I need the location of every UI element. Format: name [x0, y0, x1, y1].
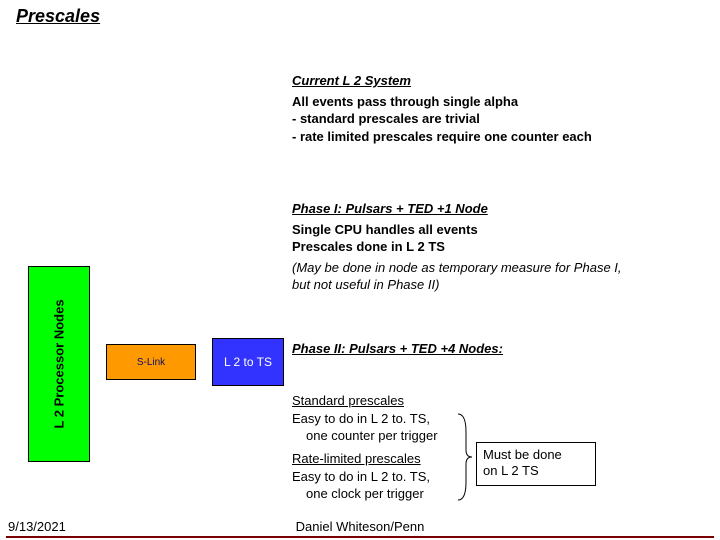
- phase2-std-heading: Standard prescales: [292, 392, 712, 410]
- section-phase1: Phase I: Pulsars + TED +1 Node Single CP…: [292, 200, 712, 294]
- current-line2: - standard prescales are trivial: [292, 110, 712, 128]
- phase1-note1: (May be done in node as temporary measur…: [292, 259, 712, 277]
- section-phase2-standard: Standard prescales Easy to do in L 2 to.…: [292, 392, 712, 445]
- current-line1: All events pass through single alpha: [292, 93, 712, 111]
- section-current: Current L 2 System All events pass throu…: [292, 72, 712, 145]
- footer-author: Daniel Whiteson/Penn: [260, 519, 460, 534]
- heading-phase1: Phase I: Pulsars + TED +1 Node: [292, 200, 712, 218]
- callout-line2: on L 2 TS: [483, 463, 589, 479]
- phase1-line2: Prescales done in L 2 TS: [292, 238, 712, 256]
- current-line3: - rate limited prescales require one cou…: [292, 128, 712, 146]
- processor-nodes-box: L 2 Processor Nodes: [28, 266, 90, 462]
- l2-to-ts-label: L 2 to TS: [224, 355, 272, 369]
- callout-box: Must be done on L 2 TS: [476, 442, 596, 486]
- heading-current: Current L 2 System: [292, 72, 712, 90]
- slink-label: S-Link: [137, 357, 165, 368]
- processor-nodes-label: L 2 Processor Nodes: [52, 299, 67, 428]
- phase2-std-line1: Easy to do in L 2 to. TS,: [292, 410, 712, 428]
- slide-title: Prescales: [16, 6, 100, 27]
- l2-to-ts-box: L 2 to TS: [212, 338, 284, 386]
- slink-box: S-Link: [106, 344, 196, 380]
- bracket-icon: [456, 412, 474, 502]
- phase2-rate-line2: one clock per trigger: [292, 485, 712, 503]
- phase1-note2: but not useful in Phase II): [292, 276, 712, 294]
- callout-line1: Must be done: [483, 447, 589, 463]
- phase1-line1: Single CPU handles all events: [292, 221, 712, 239]
- footer-date: 9/13/2021: [8, 519, 66, 534]
- heading-phase2: Phase II: Pulsars + TED +4 Nodes:: [292, 340, 712, 358]
- footer-rule: [6, 536, 714, 538]
- section-phase2-heading: Phase II: Pulsars + TED +4 Nodes:: [292, 340, 712, 358]
